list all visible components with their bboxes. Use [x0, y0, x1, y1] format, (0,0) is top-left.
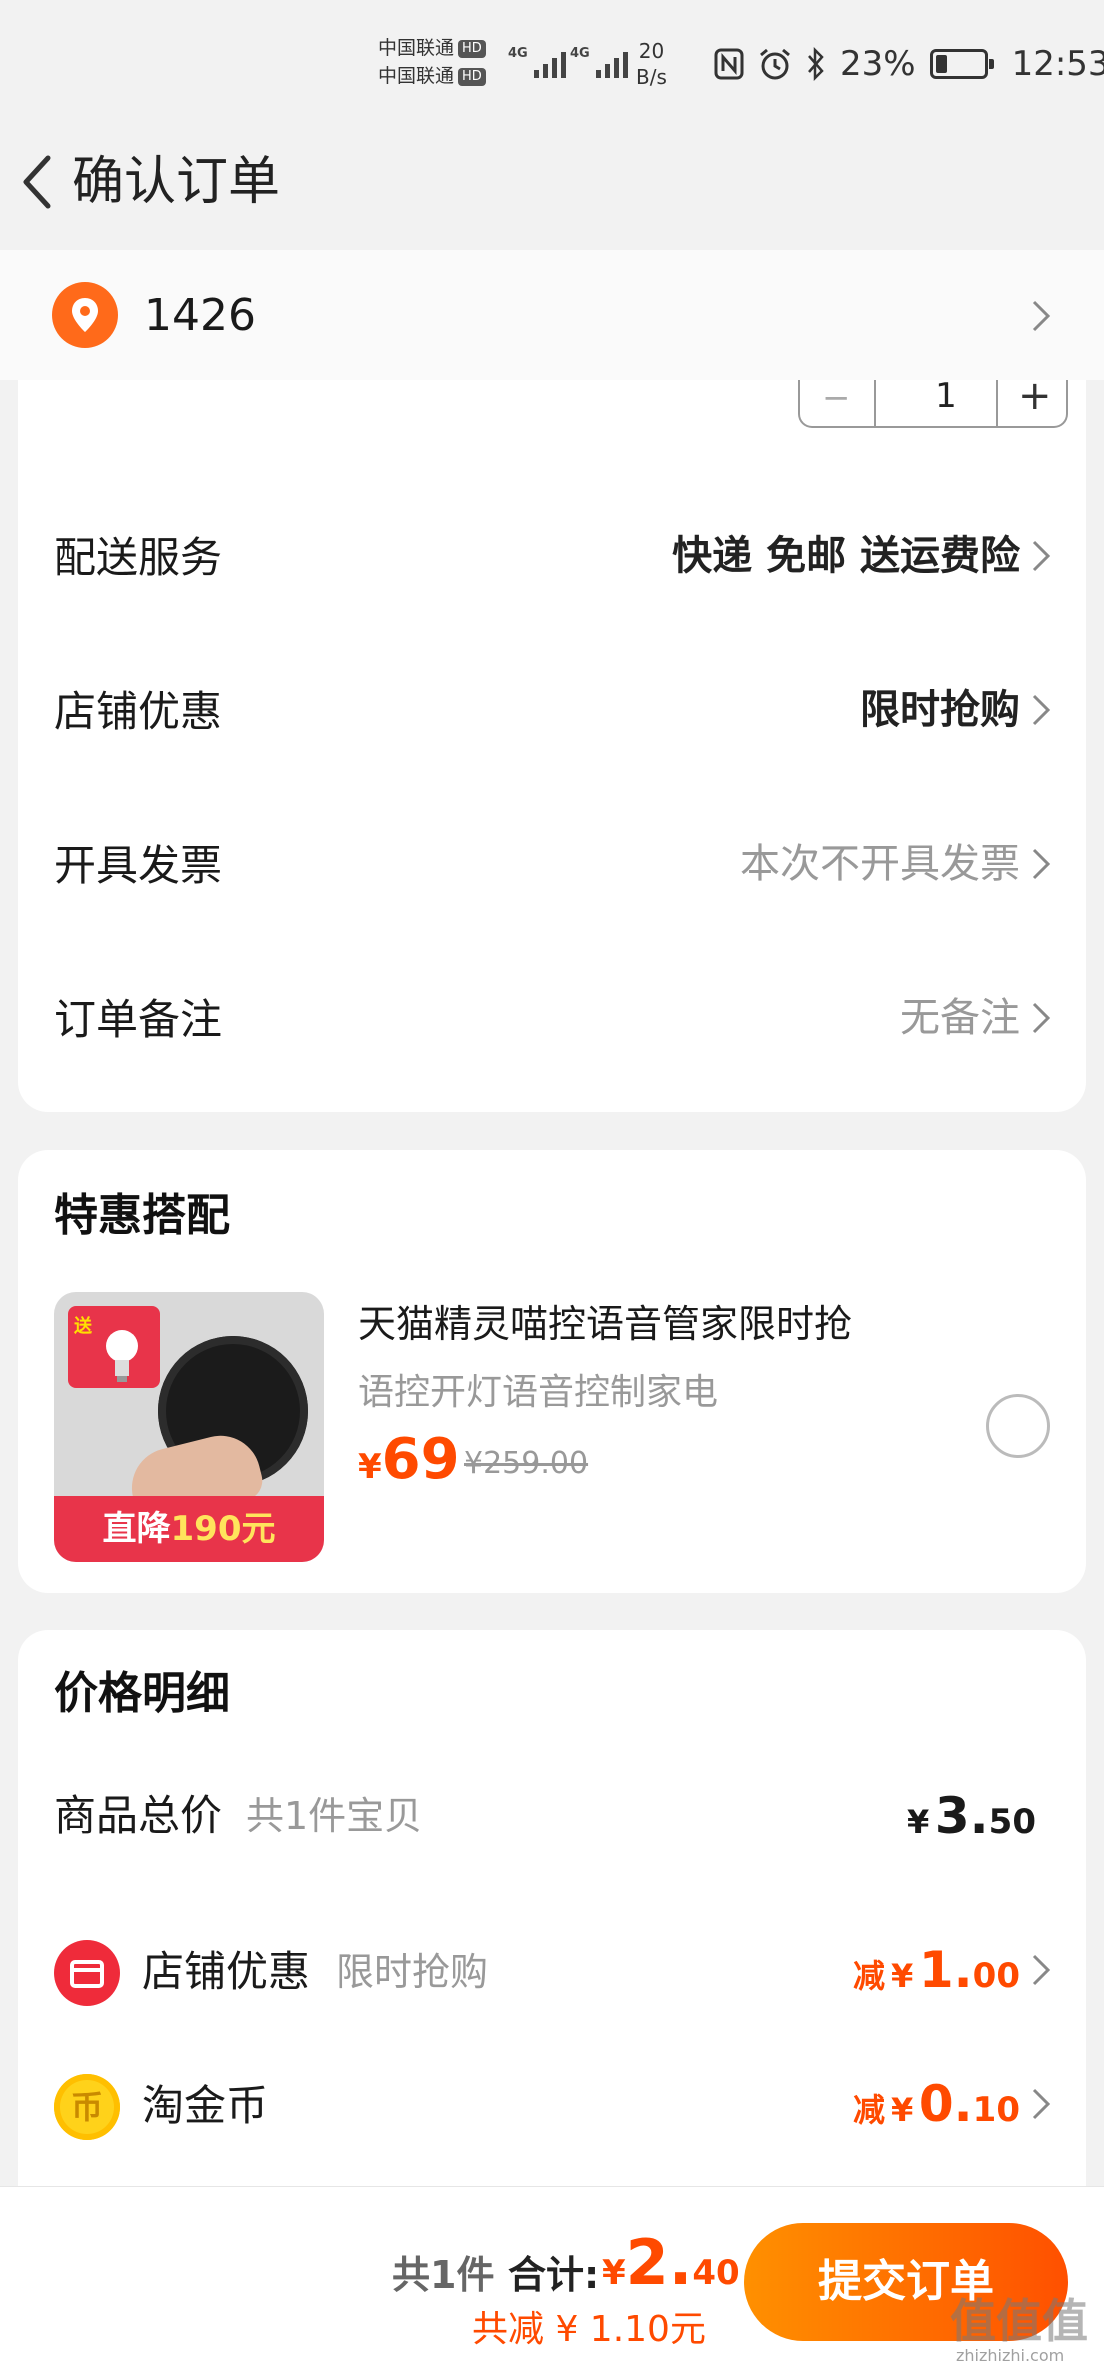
coin-discount-amount: 减 ¥ 0.10 [853, 2075, 1020, 2133]
chevron-right-icon [1032, 694, 1051, 726]
order-options-card: − 1 + 配送服务 快递 免邮 送运费险 店铺优惠 限时抢购 开具发票 本次不… [18, 380, 1086, 1112]
bundle-offer-card: 特惠搭配 送 直降190元 天猫精灵喵控语音管家限时抢 语控开灯语音控制家电 ¥… [18, 1150, 1086, 1593]
product-price: ¥69 [358, 1427, 460, 1492]
network-speed: 20 B/s [636, 39, 667, 89]
hd-badge: HD [458, 40, 486, 58]
original-price: ¥259.00 [464, 1446, 589, 1481]
carrier-info: 中国联通 HD 中国联通 HD [378, 34, 486, 90]
chevron-right-icon [1032, 1954, 1051, 1986]
row-label: 商品总价 [54, 1791, 223, 1840]
row-label: 订单备注 [54, 995, 223, 1044]
discount-banner: 直降190元 [54, 1496, 324, 1562]
product-name[interactable]: 天猫精灵喵控语音管家限时抢 [358, 1298, 852, 1350]
row-label: 淘金币 [142, 2081, 269, 2130]
bluetooth-icon [808, 47, 824, 81]
goods-total-amount: ¥ 3.50 [907, 1787, 1036, 1845]
battery-percent: 23% [840, 44, 916, 84]
chevron-right-icon [1032, 300, 1051, 332]
saved-amount: 共减 ¥ 1.10元 [472, 2309, 706, 2350]
alarm-icon [760, 48, 790, 80]
row-value: 限时抢购 [860, 687, 1020, 733]
gift-tag: 送 [74, 1316, 92, 1337]
clock: 12:53 [1011, 44, 1104, 84]
shop-discount-amount: 减 ¥ 1.00 [853, 1941, 1020, 1999]
row-value: 快递 免邮 送运费险 [672, 533, 1020, 579]
status-bar: 中国联通 HD 中国联通 HD 4G 4G 20 B/s 23% 12:53 [0, 0, 1104, 110]
watermark: 值值值 [950, 2294, 1088, 2348]
watermark-url: zhizhizhi.com [956, 2346, 1065, 2365]
increase-button[interactable]: + [1018, 380, 1052, 416]
chevron-right-icon [1032, 1002, 1051, 1034]
chevron-right-icon [1032, 540, 1051, 572]
row-label: 开具发票 [54, 841, 223, 890]
section-title: 价格明细 [54, 1668, 230, 1719]
quantity-stepper[interactable]: − 1 + [798, 380, 1068, 428]
address-text: 1426 [144, 290, 256, 341]
nfc-icon [714, 48, 744, 80]
network-type: 4G [570, 46, 590, 61]
select-radio[interactable] [986, 1394, 1050, 1458]
battery-icon [929, 49, 994, 79]
chevron-right-icon [1032, 848, 1051, 880]
decrease-button[interactable]: − [822, 381, 851, 415]
carrier-2: 中国联通 [378, 65, 455, 87]
back-arrow-icon[interactable] [14, 150, 64, 214]
system-icons: 23% 12:53 [714, 44, 1104, 84]
row-value: 无备注 [900, 995, 1020, 1041]
checkout-bar: 共1件 合计: ¥2.40 共减 ¥ 1.10元 提交订单 [0, 2186, 1104, 2376]
row-label: 配送服务 [54, 533, 223, 582]
coin-icon: 币 [54, 2074, 120, 2140]
total-label: 合计: [508, 2253, 600, 2297]
page-title: 确认订单 [72, 152, 281, 212]
signal-icon: 4G [570, 46, 628, 78]
gift-badge: 送 [68, 1306, 160, 1388]
row-label: 店铺优惠 [142, 1947, 311, 1996]
signal-icon: 4G [508, 46, 566, 78]
network-type: 4G [508, 46, 528, 61]
chevron-right-icon [1032, 2088, 1051, 2120]
shop-icon [54, 1940, 120, 2006]
location-pin-icon [52, 282, 118, 348]
light-bulb-icon [106, 1330, 138, 1382]
product-subtitle: 语控开灯语音控制家电 [358, 1372, 719, 1413]
product-image[interactable]: 送 直降190元 [54, 1292, 324, 1562]
row-hint: 共1件宝贝 [246, 1794, 423, 1838]
carrier-1: 中国联通 [378, 37, 455, 59]
nav-header: 确认订单 [0, 110, 1104, 250]
address-bar[interactable]: 1426 [0, 250, 1104, 380]
item-count: 共1件 [392, 2253, 495, 2297]
hd-badge: HD [458, 68, 486, 86]
section-title: 特惠搭配 [54, 1190, 230, 1241]
row-label: 店铺优惠 [54, 687, 223, 736]
row-hint: 限时抢购 [336, 1950, 489, 1994]
quantity-value[interactable]: 1 [896, 380, 996, 416]
row-value: 本次不开具发票 [740, 841, 1020, 887]
